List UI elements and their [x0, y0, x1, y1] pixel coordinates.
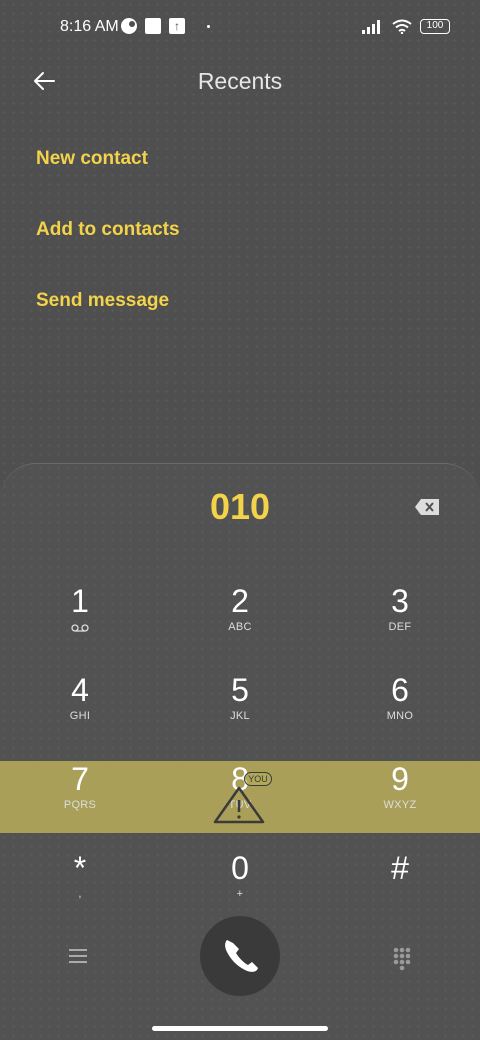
key-digit: 4	[71, 672, 89, 708]
key-7[interactable]: 7 PQRS	[20, 760, 140, 840]
key-9[interactable]: 9 WXYZ	[340, 760, 460, 840]
key-2[interactable]: 2 ABC	[180, 582, 300, 662]
key-digit: 5	[231, 672, 249, 708]
key-digit: 3	[391, 583, 409, 619]
dialer-actions	[0, 914, 480, 1004]
backspace-icon	[415, 499, 439, 515]
notification-square-icon	[145, 18, 161, 34]
menu-button[interactable]	[64, 944, 92, 968]
call-button[interactable]	[200, 916, 280, 996]
key-letters: ,	[78, 888, 82, 900]
more-notifications-dot-icon	[207, 24, 210, 28]
phone-icon	[225, 940, 258, 972]
key-letters: MNO	[386, 710, 414, 722]
status-bar: 8:16 AM ↑ 100	[0, 0, 480, 56]
key-letters: ABC	[228, 621, 252, 633]
dialed-number: 010	[209, 486, 271, 527]
key-letters: PQRS	[63, 799, 97, 811]
backspace-button[interactable]	[414, 498, 440, 516]
key-6[interactable]: 6 MNO	[340, 671, 460, 751]
keypad-toggle-button[interactable]	[388, 944, 416, 972]
key-letters: +	[236, 888, 244, 900]
key-3[interactable]: 3 DEF	[340, 582, 460, 662]
header: Recents	[0, 56, 480, 106]
key-letters: JKL	[230, 710, 250, 722]
notification-icons: ↑	[121, 18, 210, 34]
page-title: Recents	[197, 68, 283, 94]
key-letters: GHI	[69, 710, 91, 722]
status-time: 8:16 AM	[60, 18, 119, 35]
key-digit: *	[73, 850, 87, 886]
key-5[interactable]: 5 JKL	[180, 671, 300, 751]
keypad-icon	[393, 947, 411, 971]
send-message-button[interactable]: Send message	[36, 290, 169, 312]
key-digit: 9	[391, 761, 409, 797]
home-indicator[interactable]	[152, 1026, 328, 1031]
signal-icon	[362, 19, 380, 34]
wifi-icon	[392, 19, 412, 34]
system-icons: 100	[362, 19, 450, 34]
key-4[interactable]: 4 GHI	[20, 671, 140, 751]
key-letters: WXYZ	[383, 799, 417, 811]
key-digit: 1	[71, 583, 89, 619]
warning-triangle-icon	[213, 786, 265, 824]
battery-indicator: 100	[420, 19, 450, 34]
data-saver-icon	[121, 18, 137, 34]
add-to-contacts-button[interactable]: Add to contacts	[36, 219, 180, 241]
voicemail-icon	[71, 624, 89, 632]
key-letters: DEF	[388, 621, 412, 633]
upload-icon: ↑	[169, 18, 185, 34]
key-digit: 2	[231, 583, 249, 619]
key-digit: #	[391, 850, 409, 886]
key-digit: 7	[71, 761, 89, 797]
you-badge: YOU	[244, 772, 272, 786]
dialpad-panel: 010 1 2 ABC 3 DEF 4 GHI 5 JKL 6 MNO 7 PQ…	[0, 463, 480, 1040]
key-1[interactable]: 1	[20, 582, 140, 662]
new-contact-button[interactable]: New contact	[36, 148, 148, 170]
key-digit: 6	[391, 672, 409, 708]
key-digit: 0	[231, 850, 249, 886]
hamburger-menu-icon	[69, 949, 87, 963]
